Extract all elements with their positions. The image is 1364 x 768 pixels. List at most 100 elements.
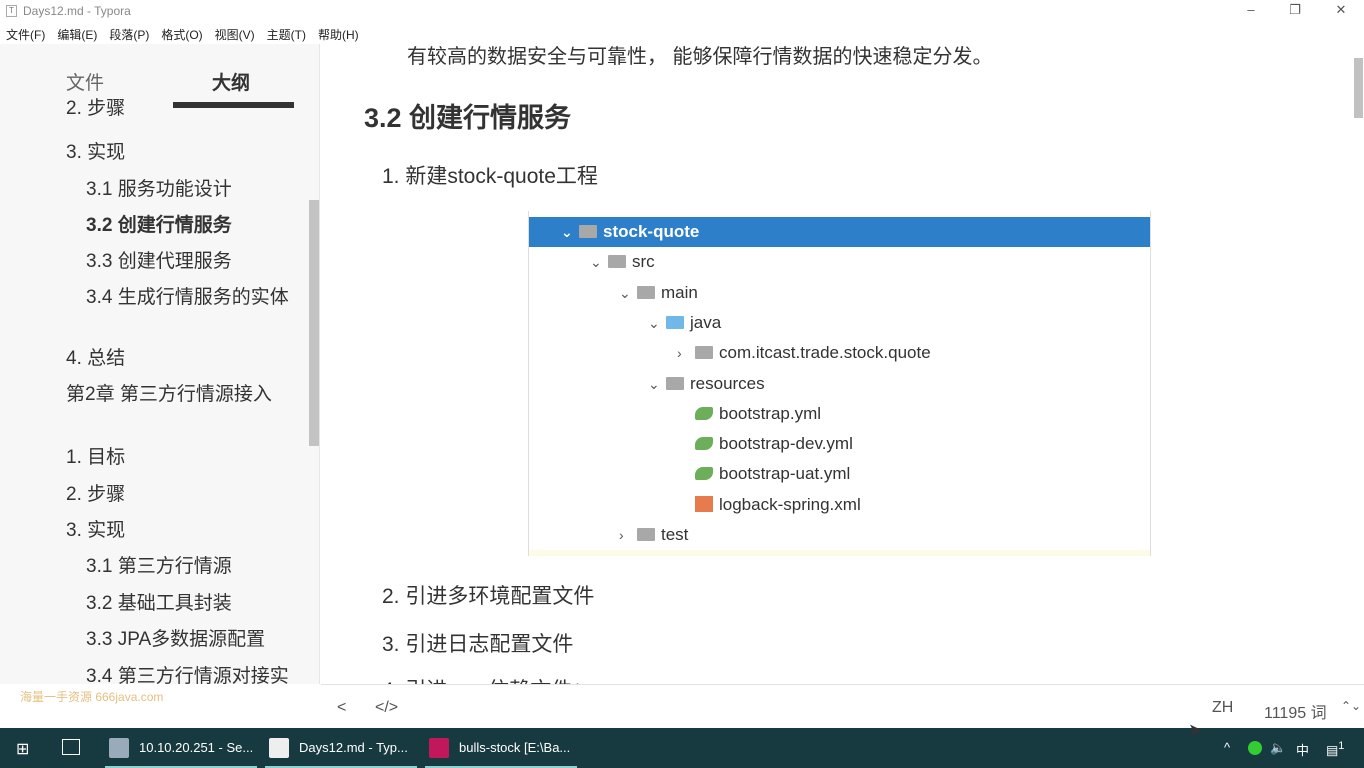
heading: 3.2 创建行情服务 bbox=[364, 103, 572, 133]
sidebar-scrollbar[interactable] bbox=[309, 200, 319, 446]
word-count-toggle-icon[interactable]: ⌃⌄ bbox=[1341, 699, 1361, 713]
outline-item[interactable]: 3.1 服务功能设计 bbox=[86, 177, 306, 202]
window-title: Days12.md - Typora bbox=[23, 4, 131, 18]
mouse-cursor: ➤ bbox=[1188, 720, 1204, 740]
tree-label: stock-quote bbox=[603, 222, 700, 241]
outline-item[interactable]: 3.4 生成行情服务的实体 bbox=[86, 285, 306, 310]
tree-label: bootstrap-dev.yml bbox=[719, 434, 853, 454]
language-indicator: ZH bbox=[1212, 699, 1234, 716]
menu-item[interactable]: 段落(P) bbox=[103, 22, 155, 44]
package-icon bbox=[695, 346, 713, 360]
folder-blue-icon bbox=[666, 315, 684, 329]
minimize-button[interactable]: – bbox=[1241, 2, 1261, 17]
title-bar: T Days12.md - Typora – ❐ ✕ bbox=[0, 0, 1364, 22]
spring-leaf-icon bbox=[695, 467, 713, 481]
outline-item[interactable]: 1. 目标 bbox=[66, 445, 286, 470]
paragraph: 有较高的数据安全与可靠性， 能够保障行情数据的快速稳定分发。 bbox=[407, 46, 993, 68]
taskbar-label: 10.10.20.251 - Se... bbox=[139, 740, 254, 755]
outline-item[interactable]: 3.4 第三方行情源对接实现 bbox=[86, 664, 306, 684]
tray-expand-icon[interactable]: ^ bbox=[1224, 740, 1230, 755]
tree-row[interactable]: bootstrap.yml bbox=[529, 399, 821, 429]
outline-item[interactable]: 4. 总结 bbox=[66, 346, 286, 371]
tree-row[interactable]: › com.itcast.trade.stock.quote bbox=[529, 338, 931, 368]
windows-start-icon[interactable]: ⊞ bbox=[16, 739, 29, 759]
tree-label: com.itcast.trade.stock.quote bbox=[719, 343, 931, 363]
tree-label: bootstrap.yml bbox=[719, 403, 822, 423]
editor[interactable]: 有较高的数据安全与可靠性， 能够保障行情数据的快速稳定分发。 3.2 创建行情服… bbox=[321, 22, 1351, 684]
network-app-icon[interactable] bbox=[1248, 741, 1262, 755]
typora-icon bbox=[269, 738, 289, 758]
chevron-down-icon[interactable]: ⌄ bbox=[619, 278, 637, 308]
chevron-down-icon[interactable]: ⌄ bbox=[590, 247, 608, 277]
folder-icon bbox=[637, 285, 655, 299]
tree-row[interactable]: ⌄ main bbox=[529, 278, 698, 308]
remote-desktop-icon bbox=[109, 738, 129, 758]
menu-item[interactable]: 文件(F) bbox=[0, 22, 51, 44]
sidebar-toggle-button[interactable]: < bbox=[337, 699, 346, 717]
tree-row[interactable]: logback-spring.xml bbox=[529, 490, 861, 520]
tree-row[interactable]: bootstrap-dev.yml bbox=[529, 429, 853, 459]
menu-item[interactable]: 主题(T) bbox=[261, 22, 312, 44]
list-item: 1. 新建stock-quote工程 bbox=[382, 165, 598, 188]
tree-row[interactable]: ⌄ java bbox=[529, 308, 721, 338]
outline-item[interactable]: 第2章 第三方行情源接入 bbox=[66, 382, 286, 407]
outline-item[interactable]: 3. 实现 bbox=[66, 140, 286, 165]
tree-row[interactable]: ⌄ src bbox=[529, 247, 655, 277]
tree-row[interactable]: bootstrap-uat.yml bbox=[529, 459, 850, 489]
task-view-icon[interactable] bbox=[62, 739, 80, 755]
source-mode-button[interactable]: </> bbox=[375, 699, 398, 717]
tree-row[interactable]: › test bbox=[529, 520, 688, 550]
intellij-icon bbox=[429, 738, 449, 758]
tab-outline[interactable]: 大纲 bbox=[212, 68, 250, 95]
chevron-right-icon[interactable]: › bbox=[677, 338, 695, 368]
editor-scrollbar[interactable] bbox=[1354, 58, 1363, 118]
spring-leaf-icon bbox=[695, 406, 713, 420]
taskbar-item-remote[interactable]: 10.10.20.251 - Se... bbox=[105, 728, 257, 768]
tree-label: src bbox=[632, 252, 655, 272]
menu-bar: 文件(F) 编辑(E) 段落(P) 格式(O) 视图(V) 主题(T) 帮助(H) bbox=[0, 22, 365, 44]
outline-item[interactable]: 3.1 第三方行情源 bbox=[86, 554, 306, 579]
chevron-down-icon[interactable]: ⌄ bbox=[561, 217, 579, 247]
status-bar: < </> ZH 11195 词 ⌃⌄ bbox=[321, 684, 1364, 728]
chevron-down-icon[interactable]: ⌄ bbox=[648, 308, 666, 338]
list-item: 2. 引进多环境配置文件 bbox=[382, 585, 595, 608]
folder-icon bbox=[608, 255, 626, 269]
chevron-right-icon[interactable]: › bbox=[619, 520, 637, 550]
sidebar: 文件 大纲 2. 步骤 3. 实现 3.1 服务功能设计 3.2 创建行情服务 3.3 … bbox=[0, 44, 320, 684]
outline-item[interactable]: 2. 步骤 bbox=[66, 482, 286, 507]
restore-button[interactable]: ❐ bbox=[1285, 2, 1305, 18]
taskbar: ⊞ 10.10.20.251 - Se... Days12.md - Typ..… bbox=[0, 728, 1364, 768]
volume-icon[interactable]: 🔈 bbox=[1270, 740, 1286, 756]
xml-icon bbox=[695, 495, 713, 512]
outline-item[interactable]: 3.2 基础工具封装 bbox=[86, 591, 306, 616]
tree-row[interactable]: ⌄ resources bbox=[529, 369, 765, 399]
folder-icon bbox=[579, 225, 597, 238]
tree-label: logback-spring.xml bbox=[719, 494, 861, 514]
outline-item[interactable]: 3.3 创建代理服务 bbox=[86, 249, 306, 274]
taskbar-label: bulls-stock [E:\Ba... bbox=[459, 740, 571, 755]
chevron-down-icon[interactable]: ⌄ bbox=[648, 369, 666, 399]
watermark: 海量一手资源 666java.com bbox=[20, 690, 164, 704]
project-tree-image: ⌄ stock-quote ⌄ src ⌄ main ⌄ java › com.itcast.tr… bbox=[528, 211, 1151, 556]
outline-item[interactable]: 3.3 JPA多数据源配置 bbox=[86, 627, 306, 652]
ime-indicator[interactable]: 中 bbox=[1296, 740, 1309, 759]
folder-icon bbox=[666, 376, 684, 390]
taskbar-item-idea[interactable]: bulls-stock [E:\Ba... bbox=[425, 728, 577, 768]
tab-files[interactable]: 文件 bbox=[66, 68, 104, 95]
outline-item[interactable]: 2. 步骤 bbox=[66, 96, 286, 121]
taskbar-label: Days12.md - Typ... bbox=[299, 740, 408, 755]
close-button[interactable]: ✕ bbox=[1331, 2, 1351, 18]
notification-icon[interactable]: ▤1 bbox=[1326, 740, 1344, 758]
taskbar-item-typora[interactable]: Days12.md - Typ... bbox=[265, 728, 417, 768]
outline-item[interactable]: 3. 实现 bbox=[66, 518, 286, 543]
typora-icon: T bbox=[6, 5, 17, 17]
tree-label: test bbox=[661, 525, 689, 544]
tree-row[interactable]: ⌄ stock-quote bbox=[529, 217, 1150, 247]
menu-item[interactable]: 视图(V) bbox=[209, 22, 261, 44]
outline-item[interactable]: 3.2 创建行情服务 bbox=[86, 213, 306, 238]
menu-item[interactable]: 编辑(E) bbox=[51, 22, 103, 44]
menu-item[interactable]: 格式(O) bbox=[155, 22, 208, 44]
word-count[interactable]: 11195 词 bbox=[1264, 699, 1327, 723]
tree-label: main bbox=[661, 282, 698, 302]
tree-label: bootstrap-uat.yml bbox=[719, 464, 851, 484]
